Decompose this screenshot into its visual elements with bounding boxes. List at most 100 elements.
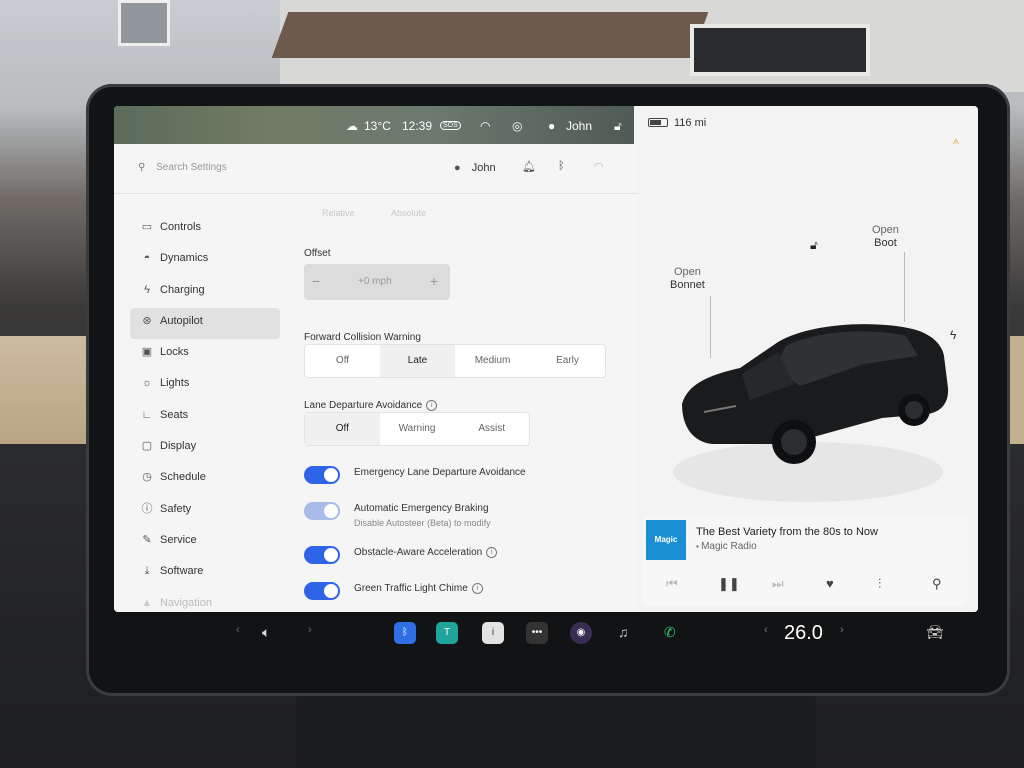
lda-option-off[interactable]: Off [305,413,380,445]
fcw-selector[interactable]: Off Late Medium Early [304,344,606,378]
chime-label-text: Green Traffic Light Chime [354,583,468,595]
nav-item-schedule[interactable]: ◷ Schedule [130,464,280,495]
lda-selector[interactable]: Off Warning Assist [304,412,530,446]
lda-label-text: Lane Departure Avoidance [304,400,423,412]
settings-header: ⚲ Search Settings ● John 🔔︎ ᛒ ◠ [114,144,638,194]
fcw-option-off[interactable]: Off [305,345,380,377]
elda-toggle[interactable] [304,466,340,484]
bluetooth-icon[interactable]: ᛒ [558,160,565,172]
aeb-sublabel: Disable Autosteer (Beta) to modify [354,518,491,528]
equalizer-icon[interactable]: ⫶ [878,576,881,592]
info-icon[interactable]: i [471,583,483,594]
phone-app-icon[interactable]: ✆ [664,624,676,641]
nav-item-locks[interactable]: ▣ Locks [130,339,280,370]
nav-item-autopilot[interactable]: ⊛ Autopilot [130,307,280,340]
heart-icon[interactable]: ♥ [826,576,834,591]
media-controls: ⏮ ❚❚ ⏭ ♥ ⫶ ⚲ [642,570,968,600]
sun-icon: ☼ [141,377,153,390]
fcw-option-early[interactable]: Early [530,345,605,377]
toggle-knob [324,584,338,598]
nav-item-seats[interactable]: ∟ Seats [130,402,280,433]
fcw-option-medium[interactable]: Medium [455,345,530,377]
info-icon[interactable]: i [486,547,498,558]
cabin-temperature[interactable]: 26.0 [784,622,823,645]
unlock-icon[interactable]: 🔓︎ [614,119,622,134]
nav-item-charging[interactable]: ϟ Charging [130,277,280,308]
center-console [296,690,816,768]
bluetooth-app-icon[interactable]: ᛒ [394,622,416,644]
nav-item-navigation[interactable]: ▲ Navigation [130,590,280,612]
steering-wheel-icon: ⊛ [142,314,152,327]
toggle-knob [324,548,338,562]
nav-item-safety[interactable]: ⓘ Safety [130,496,280,527]
nav-item-software[interactable]: ⤓ Software [130,558,280,589]
nav-label: Controls [160,221,201,233]
nav-item-display[interactable]: ▢ Display [130,433,280,464]
offset-stepper[interactable]: − +0 mph + [304,264,450,300]
oaa-label: Obstacle-Aware Acceleration i [354,547,498,558]
info-icon[interactable]: i [426,400,438,411]
chevron-left-icon[interactable]: ‹ [236,624,240,636]
increase-button[interactable]: + [430,273,438,289]
touchscreen: ☁ 13°C 12:39 SOS ◠ ◎ ● John 🔓︎ 116 mi ⚠ … [114,106,978,612]
elda-label: Emergency Lane Departure Avoidance [354,467,526,478]
nav-label: Service [160,533,197,546]
open-bonnet-button[interactable]: Open Bonnet [670,266,705,292]
music-app-icon[interactable]: ♫ [618,624,629,640]
nav-item-controls[interactable]: ▭ Controls [130,214,280,245]
temp-down-icon[interactable]: ‹ [764,624,768,636]
temp-up-icon[interactable]: › [840,624,844,636]
nav-label: Seats [160,408,189,421]
next-icon[interactable]: ⏭ [772,576,784,592]
lda-label: Lane Departure Avoidance i [304,400,438,412]
lda-option-warning[interactable]: Warning [380,413,455,445]
open-boot-button[interactable]: Open Boot [872,224,899,250]
pause-icon[interactable]: ❚❚ [718,576,740,592]
volume-icon[interactable]: 🔈︎ [262,624,270,641]
open-boot-line2: Boot [874,237,897,249]
nav-item-dynamics[interactable]: ◓ Dynamics [130,245,280,276]
settings-nav: ▭ Controls ◓ Dynamics ϟ Charging ⊛ Autopilot… [130,214,280,612]
oaa-toggle[interactable] [304,546,340,564]
manual-app-icon[interactable]: i [482,622,504,644]
nav-label: Safety [160,502,192,515]
offset-value: +0 mph [358,276,392,287]
car-icon: ◓ [143,252,151,265]
previous-icon[interactable]: ⏮ [666,576,678,592]
nav-item-service[interactable]: ✎ Service [130,527,280,558]
camera-app-icon[interactable]: ◉ [570,622,592,644]
status-bar: ☁ 13°C 12:39 SOS ◠ ◎ ● John 🔓︎ [114,106,634,144]
lda-option-assist[interactable]: Assist [454,413,529,445]
camera-icon: ◎ [512,119,523,133]
status-bar-right: 116 mi ⚠ [634,106,978,151]
bell-icon[interactable]: 🔔︎ [522,160,536,173]
nav-label: Lights [160,377,190,390]
car-controls-icon[interactable]: 🚘︎ [926,624,944,641]
search-icon[interactable]: ⚲ [932,576,942,592]
wifi-icon[interactable]: ◠ [594,160,604,173]
profile-button[interactable]: ● John [454,162,496,174]
user-icon: ● [454,162,461,174]
station-name-text: Magic Radio [701,541,757,552]
more-apps-icon[interactable]: ••• [526,622,548,644]
navigation-icon: ▲ [141,596,153,609]
tab-absolute[interactable]: Absolute [391,208,426,218]
lock-icon: ▣ [141,346,153,359]
search-settings[interactable]: ⚲ Search Settings [138,162,227,173]
lock-icon[interactable]: 🔓︎ [810,238,818,253]
search-placeholder: Search Settings [156,162,227,173]
display-icon: ▢ [141,440,153,453]
fcw-option-late[interactable]: Late [380,345,455,377]
nav-label: Charging [160,283,205,296]
station-name: ▪ Magic Radio [696,541,757,552]
chime-toggle[interactable] [304,582,340,600]
status-user-name[interactable]: John [566,119,592,133]
tab-relative[interactable]: Relative [322,208,355,218]
decrease-button[interactable]: − [312,273,320,289]
album-art[interactable]: Magic [646,520,686,560]
nav-item-lights[interactable]: ☼ Lights [130,370,280,401]
speed-offset-mode-tabs[interactable]: Relative Absolute [304,208,426,218]
toybox-app-icon[interactable]: T [436,622,458,644]
toggle-knob [324,504,338,518]
chevron-right-icon[interactable]: › [308,624,312,636]
